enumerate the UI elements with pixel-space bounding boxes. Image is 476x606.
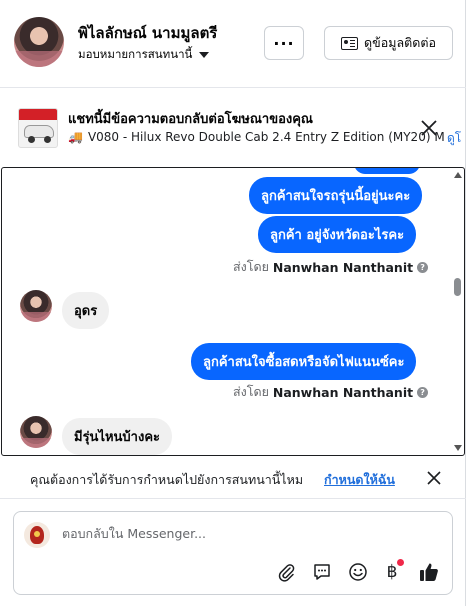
chat-bubble-icon (314, 564, 330, 580)
sent-by-prefix: ส่งโดย (233, 384, 269, 399)
view-contact-button[interactable]: ดูข้อมูลติดต่อ (324, 26, 453, 60)
assign-dropdown[interactable]: มอบหมายการสนทนานี้ (78, 46, 210, 64)
contact-card-icon (341, 36, 359, 50)
message-bubble-outgoing: ลูกค้าสนใจรถรุ่นนี้อยู่นะคะ (249, 177, 423, 214)
message-bubble-outgoing (354, 168, 420, 174)
smiley-icon (349, 563, 367, 581)
close-icon[interactable] (419, 118, 439, 138)
ad-thumbnail[interactable] (18, 108, 58, 148)
message-bubble-incoming: มีรุ่นไหนบ้างคะ (62, 418, 173, 455)
page-avatar (24, 522, 50, 548)
attach-button[interactable] (274, 560, 298, 584)
assign-label: มอบหมายการสนทนานี้ (78, 47, 193, 61)
sent-by-label: ส่งโดย Nanwhan Nanthanit ? (233, 257, 429, 277)
caret-down-icon (199, 52, 210, 58)
reply-composer: ฿ (13, 511, 453, 595)
emoji-button[interactable] (346, 560, 370, 584)
message-bubble-outgoing: ลูกค้าสนใจซื้อสดหรือจัดไฟแนนซ์คะ (191, 343, 417, 380)
assign-to-me-link[interactable]: กำหนดให้ฉัน (324, 470, 395, 490)
sent-by-name: Nanwhan Nanthanit (272, 384, 414, 400)
contact-avatar-small (20, 416, 52, 448)
notification-dot (397, 559, 404, 566)
conversation-panel: พิไลลักษณ์ นามมูลตรี มอบหมายการสนทนานี้ … (0, 0, 466, 606)
scroll-up-arrow-icon[interactable] (454, 172, 462, 178)
more-options-button[interactable]: ··· (264, 26, 304, 60)
reply-input[interactable] (62, 526, 422, 541)
close-icon[interactable] (426, 470, 442, 486)
scroll-down-arrow-icon[interactable] (454, 445, 462, 451)
sent-by-label: ส่งโดย Nanwhan Nanthanit ? (233, 382, 429, 402)
message-bubble-incoming: อุดร (62, 292, 110, 329)
contact-avatar[interactable] (14, 17, 64, 67)
truck-icon: 🚚 (68, 130, 83, 144)
ad-context-subtitle: 🚚 V080 - Hilux Revo Double Cab 2.4 Entry… (68, 130, 444, 144)
help-icon[interactable]: ? (417, 386, 429, 398)
like-button[interactable] (417, 560, 441, 584)
message-thread[interactable]: ลูกค้าสนใจรถรุ่นนี้อยู่นะคะ ลูกค้า อยู่จ… (1, 167, 465, 456)
thumbs-up-icon (420, 563, 438, 581)
contact-name[interactable]: พิไลลักษณ์ นามมูลตรี (78, 21, 217, 45)
view-ad-link[interactable]: ดูโ (447, 129, 461, 148)
message-bubble-outgoing: ลูกค้า อยู่จังหวัดอะไรคะ (258, 216, 417, 253)
help-icon[interactable]: ? (417, 261, 429, 273)
contact-avatar-small (20, 290, 52, 322)
sent-by-prefix: ส่งโดย (233, 259, 269, 274)
scrollbar-thumb[interactable] (454, 278, 461, 296)
conversation-header: พิไลลักษณ์ นามมูลตรี มอบหมายการสนทนานี้ … (0, 0, 466, 88)
assign-reminder-text: คุณต้องการได้รับการกำหนดไปยังการสนทนานี้… (30, 472, 304, 487)
divider (0, 498, 466, 499)
assign-reminder-bar: คุณต้องการได้รับการกำหนดไปยังการสนทนานี้… (0, 458, 466, 498)
saved-replies-button[interactable] (310, 560, 334, 584)
ad-name: V080 - Hilux Revo Double Cab 2.4 Entry Z… (87, 130, 444, 144)
sent-by-name: Nanwhan Nanthanit (272, 259, 414, 275)
ad-context-bar: แชทนี้มีข้อความตอบกลับต่อโฆษณาของคุณ 🚚 V… (0, 98, 466, 164)
ad-context-title: แชทนี้มีข้อความตอบกลับต่อโฆษณาของคุณ (68, 112, 313, 127)
baht-icon: ฿ (386, 562, 398, 582)
view-contact-label: ดูข้อมูลติดต่อ (364, 35, 436, 50)
payment-button[interactable]: ฿ (380, 559, 404, 584)
paperclip-icon (278, 564, 295, 582)
scrollbar[interactable] (452, 168, 463, 455)
